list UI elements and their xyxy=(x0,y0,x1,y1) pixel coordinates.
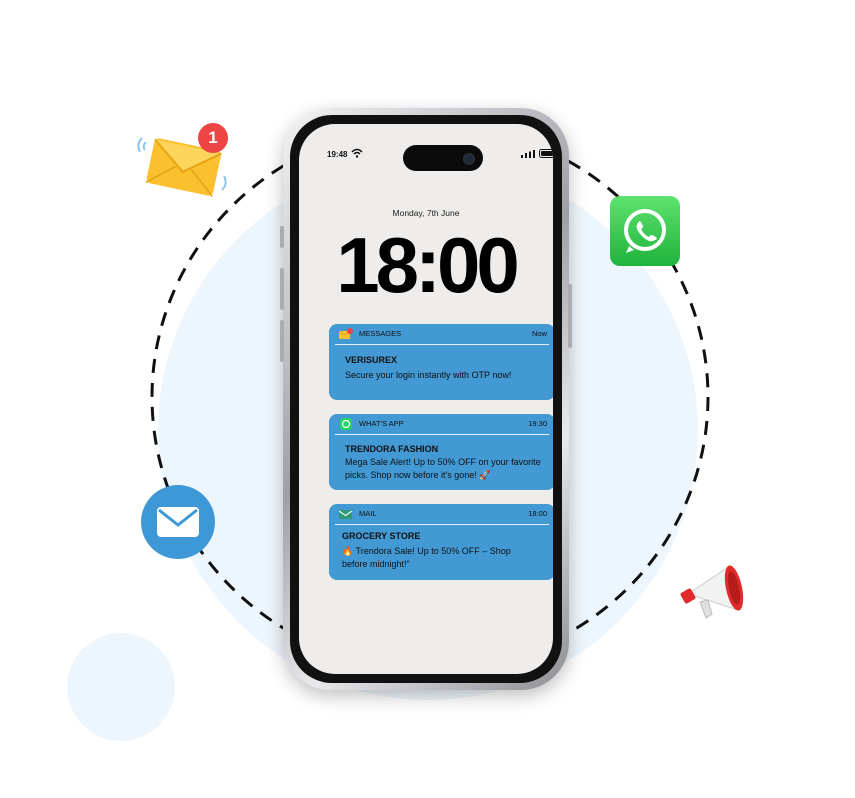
whatsapp-icon xyxy=(610,196,680,266)
camera-icon xyxy=(463,153,475,165)
phone-frame: 19:48 Monday, 7th June 18:00 MESSAGES No… xyxy=(280,108,572,690)
notification-time: 19:30 xyxy=(528,419,547,428)
notification-time: 18:00 xyxy=(528,509,547,518)
notification-body: Mega Sale Alert! Up to 50% OFF on your f… xyxy=(345,457,541,480)
notification-app: MAIL xyxy=(359,509,377,518)
phone-power-button xyxy=(568,284,572,348)
divider xyxy=(335,434,549,435)
divider xyxy=(335,344,549,345)
notification-app: WHAT'S APP xyxy=(359,419,404,428)
lock-screen: 19:48 Monday, 7th June 18:00 MESSAGES No… xyxy=(299,124,553,674)
megaphone-icon xyxy=(678,552,758,632)
notification-app: MESSAGES xyxy=(359,329,402,338)
lock-date: Monday, 7th June xyxy=(392,208,460,218)
whatsapp-icon xyxy=(340,418,352,430)
notification-title: TRENDORA FASHION xyxy=(345,444,439,454)
wifi-icon xyxy=(351,148,363,158)
phone-side-button xyxy=(280,226,284,248)
notification-card[interactable]: MESSAGES Now VERISUREX Secure your login… xyxy=(329,324,553,400)
notification-card[interactable]: MAIL 18:00 GROCERY STORE 🔥 Trendora Sale… xyxy=(329,504,553,580)
phone-side-button xyxy=(280,320,284,362)
battery-icon xyxy=(539,149,553,158)
notification-header: MAIL 18:00 xyxy=(329,504,553,524)
notification-time: Now xyxy=(531,329,547,338)
notification-header: WHAT'S APP 19:30 xyxy=(329,414,553,434)
mail-icon xyxy=(339,510,353,519)
notification-card[interactable]: WHAT'S APP 19:30 TRENDORA FASHION Mega S… xyxy=(329,414,553,490)
dynamic-island xyxy=(403,145,483,171)
mail-circle-icon xyxy=(141,485,215,559)
message-envelope-icon xyxy=(339,328,353,339)
notification-header: MESSAGES Now xyxy=(329,324,553,344)
signal-icon xyxy=(521,150,535,158)
divider xyxy=(335,524,549,525)
notification-body: Secure your login instantly with OTP now… xyxy=(345,370,512,380)
notification-body: 🔥 Trendora Sale! Up to 50% OFF – Shop be… xyxy=(342,546,511,569)
envelope-notification-icon: 1 xyxy=(136,118,236,208)
notification-title: VERISUREX xyxy=(345,355,398,365)
status-time: 19:48 xyxy=(327,150,348,159)
badge-count: 1 xyxy=(198,123,228,153)
phone-side-button xyxy=(280,268,284,310)
notification-title: GROCERY STORE xyxy=(342,531,421,541)
lock-clock: 18:00 xyxy=(336,221,520,309)
